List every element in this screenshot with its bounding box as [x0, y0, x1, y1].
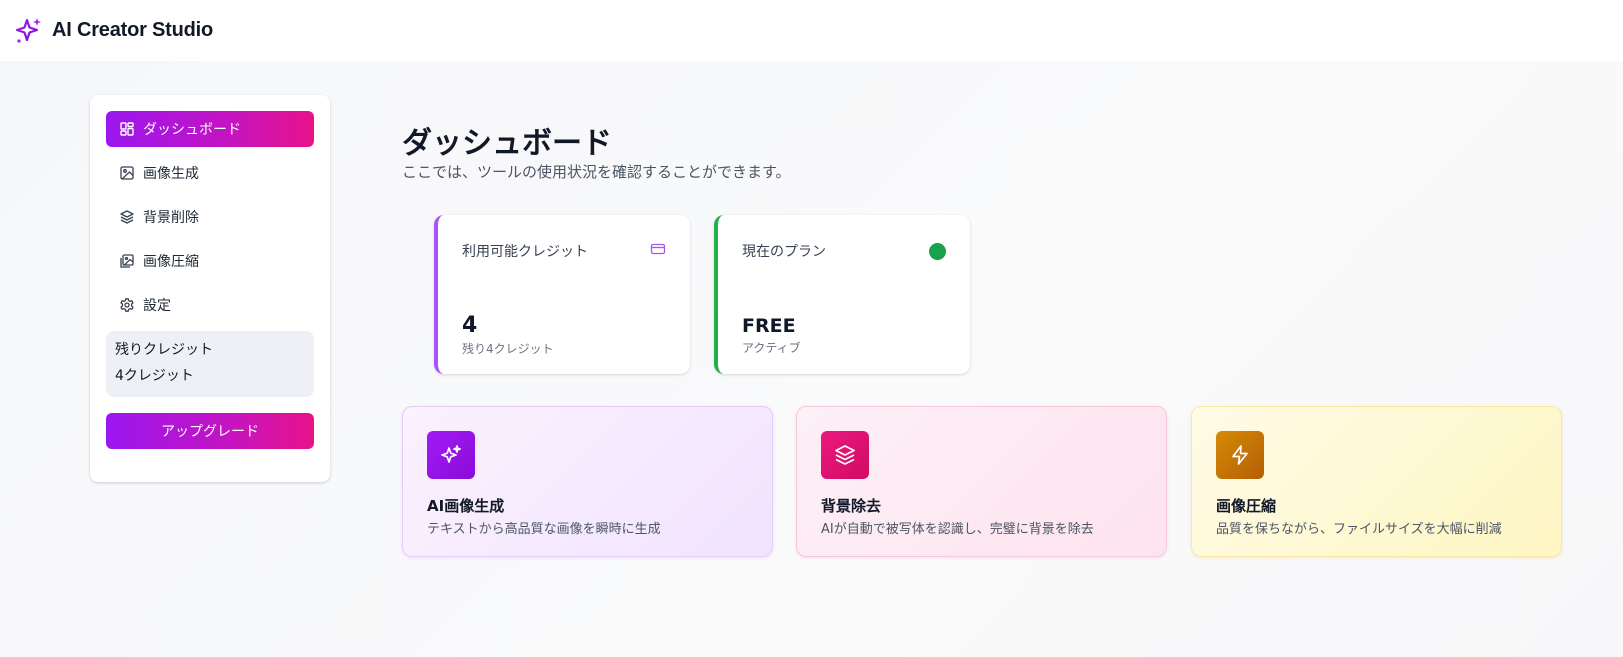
feature-card-ai-image-generation[interactable]: AI画像生成 テキストから高品質な画像を瞬時に生成 — [402, 406, 773, 557]
top-bar: AI Creator Studio — [0, 0, 1623, 61]
sidebar: ダッシュボード 画像生成 背景削除 画像圧縮 設定 残りクレジット 4クレジット… — [90, 95, 330, 482]
image-icon — [119, 165, 135, 181]
sidebar-item-label: 背景削除 — [143, 210, 199, 226]
remaining-credits-box: 残りクレジット 4クレジット — [106, 331, 314, 397]
sparkles-icon — [427, 431, 475, 479]
feature-title: AI画像生成 — [427, 497, 505, 515]
layers-icon — [821, 431, 869, 479]
feature-description: 品質を保ちながら、ファイルサイズを大幅に削減 — [1216, 522, 1502, 537]
feature-description: テキストから高品質な画像を瞬時に生成 — [427, 522, 661, 537]
layers-icon — [119, 209, 135, 225]
feature-title: 背景除去 — [821, 497, 882, 515]
stat-subtext: アクティブ — [742, 341, 801, 355]
available-credits-card: 利用可能クレジット 4 残り4クレジット — [434, 215, 690, 374]
feature-card-background-removal[interactable]: 背景除去 AIが自動で被写体を認識し、完璧に背景を除去 — [796, 406, 1167, 557]
stat-value: FREE — [742, 315, 796, 337]
stat-label: 現在のプラン — [742, 244, 826, 260]
gear-icon — [119, 297, 135, 313]
sidebar-item-image-compression[interactable]: 画像圧縮 — [106, 243, 314, 279]
upgrade-button[interactable]: アップグレード — [106, 413, 314, 449]
remaining-credits-title: 残りクレジット — [115, 342, 213, 358]
current-plan-card: 現在のプラン FREE アクティブ — [714, 215, 970, 374]
sidebar-item-settings[interactable]: 設定 — [106, 287, 314, 323]
dashboard-icon — [119, 121, 135, 137]
feature-title: 画像圧縮 — [1216, 497, 1277, 515]
stat-subtext: 残り4クレジット — [462, 342, 554, 356]
stat-value: 4 — [462, 313, 478, 338]
credit-card-icon — [650, 241, 666, 261]
sparkles-icon — [14, 16, 44, 46]
feature-card-image-compression[interactable]: 画像圧縮 品質を保ちながら、ファイルサイズを大幅に削減 — [1191, 406, 1562, 557]
brand-name[interactable]: AI Creator Studio — [52, 19, 213, 42]
sidebar-item-background-removal[interactable]: 背景削除 — [106, 199, 314, 235]
zap-icon — [1216, 431, 1264, 479]
stat-label: 利用可能クレジット — [462, 244, 588, 260]
sidebar-item-label: ダッシュボード — [143, 122, 241, 138]
page-title: ダッシュボード — [402, 126, 612, 161]
page-subtitle: ここでは、ツールの使用状況を確認することができます。 — [402, 163, 791, 181]
sidebar-item-label: 画像圧縮 — [143, 254, 199, 270]
sidebar-item-label: 設定 — [143, 298, 171, 314]
sidebar-item-image-generation[interactable]: 画像生成 — [106, 155, 314, 191]
images-icon — [119, 253, 135, 269]
sidebar-item-dashboard[interactable]: ダッシュボード — [106, 111, 314, 147]
sidebar-item-label: 画像生成 — [143, 166, 199, 182]
status-dot — [929, 242, 946, 260]
remaining-credits-value: 4クレジット — [115, 368, 194, 384]
feature-description: AIが自動で被写体を認識し、完璧に背景を除去 — [821, 522, 1094, 537]
